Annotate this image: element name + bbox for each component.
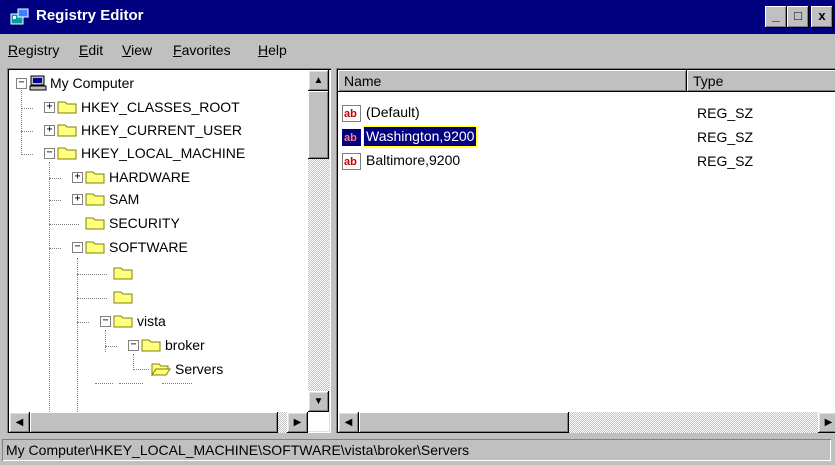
scroll-up-button[interactable]: ▲	[308, 70, 329, 91]
tree-node-my-computer[interactable]: − My Computer	[7, 72, 307, 94]
tree-pane[interactable]: − My Computer + HKEY_CLASSES_ROOT + HKEY…	[7, 68, 331, 433]
menu-edit[interactable]: Edit	[79, 42, 103, 58]
folder-icon	[57, 147, 77, 160]
menu-help[interactable]: Help	[258, 42, 287, 58]
column-header-name[interactable]: Name	[338, 70, 687, 92]
string-value-icon: ab	[342, 105, 361, 122]
tree-node-unnamed[interactable]	[7, 286, 307, 308]
scroll-right-button[interactable]: ▶	[818, 412, 835, 433]
scroll-thumb[interactable]	[30, 412, 278, 433]
maximize-button[interactable]: □	[787, 6, 809, 28]
scroll-left-button[interactable]: ◀	[338, 412, 359, 433]
list-horizontal-scrollbar[interactable]: ◀ ▶	[338, 412, 835, 433]
computer-icon	[29, 75, 47, 91]
list-row[interactable]: ab Washington,9200 REG_SZ	[342, 126, 822, 148]
scroll-thumb[interactable]	[359, 412, 569, 433]
value-name: Baltimore,9200	[366, 152, 461, 168]
value-name: (Default)	[366, 104, 420, 120]
up-arrow-icon: ▲	[313, 75, 324, 86]
tree-node-software[interactable]: − SOFTWARE	[7, 236, 307, 258]
folder-icon	[113, 315, 133, 328]
minimize-icon: _	[772, 8, 780, 23]
collapse-icon[interactable]: −	[128, 340, 139, 351]
column-header-type[interactable]: Type	[687, 70, 835, 92]
folder-icon	[57, 101, 77, 114]
folder-icon	[57, 124, 77, 137]
collapse-icon[interactable]: −	[72, 242, 83, 253]
folder-icon	[113, 267, 133, 280]
left-arrow-icon: ◀	[15, 417, 24, 428]
tree-node-hklm[interactable]: − HKEY_LOCAL_MACHINE	[7, 142, 307, 164]
scroll-right-button[interactable]: ▶	[287, 412, 308, 433]
svg-text:ab: ab	[344, 108, 357, 120]
expand-icon[interactable]: +	[72, 194, 83, 205]
open-folder-icon	[151, 363, 171, 376]
svg-text:ab: ab	[344, 156, 357, 168]
maximize-icon: □	[794, 8, 802, 23]
tree-node-hkcr[interactable]: + HKEY_CLASSES_ROOT	[7, 96, 307, 118]
tree-horizontal-scrollbar[interactable]: ◀ ▶	[9, 412, 308, 433]
collapse-icon[interactable]: −	[100, 316, 111, 327]
registry-editor-icon	[10, 8, 29, 25]
list-row[interactable]: ab Baltimore,9200 REG_SZ	[342, 150, 822, 172]
minimize-button[interactable]: _	[765, 6, 787, 28]
string-value-icon: ab	[342, 153, 361, 170]
folder-icon	[85, 241, 105, 254]
scroll-thumb[interactable]	[308, 91, 329, 159]
tree-node-unnamed[interactable]	[7, 262, 307, 284]
value-type: REG_SZ	[697, 105, 754, 121]
tree-connector	[95, 383, 113, 385]
status-bar: My Computer\HKEY_LOCAL_MACHINE\SOFTWARE\…	[0, 437, 835, 465]
svg-text:ab: ab	[344, 132, 357, 144]
close-button[interactable]: x	[811, 6, 833, 28]
collapse-icon[interactable]: −	[16, 78, 27, 89]
tree-connector	[162, 383, 192, 385]
folder-icon	[85, 171, 105, 184]
menu-bar: Registry Edit View Favorites Help	[0, 40, 835, 64]
tree-node-servers[interactable]: Servers	[7, 358, 307, 380]
list-row[interactable]: ab (Default) REG_SZ	[342, 102, 822, 124]
status-path: My Computer\HKEY_LOCAL_MACHINE\SOFTWARE\…	[2, 439, 831, 461]
folder-icon	[141, 339, 161, 352]
tree-node-hkcu[interactable]: + HKEY_CURRENT_USER	[7, 119, 307, 141]
scroll-left-button[interactable]: ◀	[9, 412, 30, 433]
tree-connector	[119, 383, 143, 385]
collapse-icon[interactable]: −	[44, 148, 55, 159]
down-arrow-icon: ▼	[313, 396, 324, 407]
folder-icon	[113, 291, 133, 304]
close-icon: x	[818, 8, 826, 23]
left-arrow-icon: ◀	[344, 417, 353, 428]
expand-icon[interactable]: +	[44, 102, 55, 113]
tree-node-sam[interactable]: + SAM	[7, 188, 307, 210]
tree-node-hardware[interactable]: + HARDWARE	[7, 166, 307, 188]
window-title: Registry Editor	[36, 7, 144, 24]
tree-node-vista[interactable]: − vista	[7, 310, 307, 332]
right-arrow-icon: ▶	[293, 417, 302, 428]
tree-node-broker[interactable]: − broker	[7, 334, 307, 356]
tree-vertical-scrollbar[interactable]: ▲ ▼	[308, 70, 329, 412]
folder-icon	[85, 193, 105, 206]
expand-icon[interactable]: +	[72, 172, 83, 183]
expand-icon[interactable]: +	[44, 125, 55, 136]
folder-icon	[85, 217, 105, 230]
menu-registry[interactable]: Registry	[8, 42, 59, 58]
scroll-down-button[interactable]: ▼	[308, 391, 329, 412]
menu-view[interactable]: View	[122, 42, 152, 58]
values-list-pane[interactable]: Name Type ab (Default) REG_SZ ab Washing…	[336, 68, 835, 433]
tree-node-security[interactable]: SECURITY	[7, 212, 307, 234]
right-arrow-icon: ▶	[824, 417, 833, 428]
value-name: Washington,9200	[362, 126, 478, 147]
value-type: REG_SZ	[697, 129, 754, 145]
value-type: REG_SZ	[697, 153, 754, 169]
menu-favorites[interactable]: Favorites	[173, 42, 231, 58]
title-bar[interactable]: Registry Editor _ □ x	[0, 0, 835, 34]
string-value-icon: ab	[342, 129, 361, 146]
